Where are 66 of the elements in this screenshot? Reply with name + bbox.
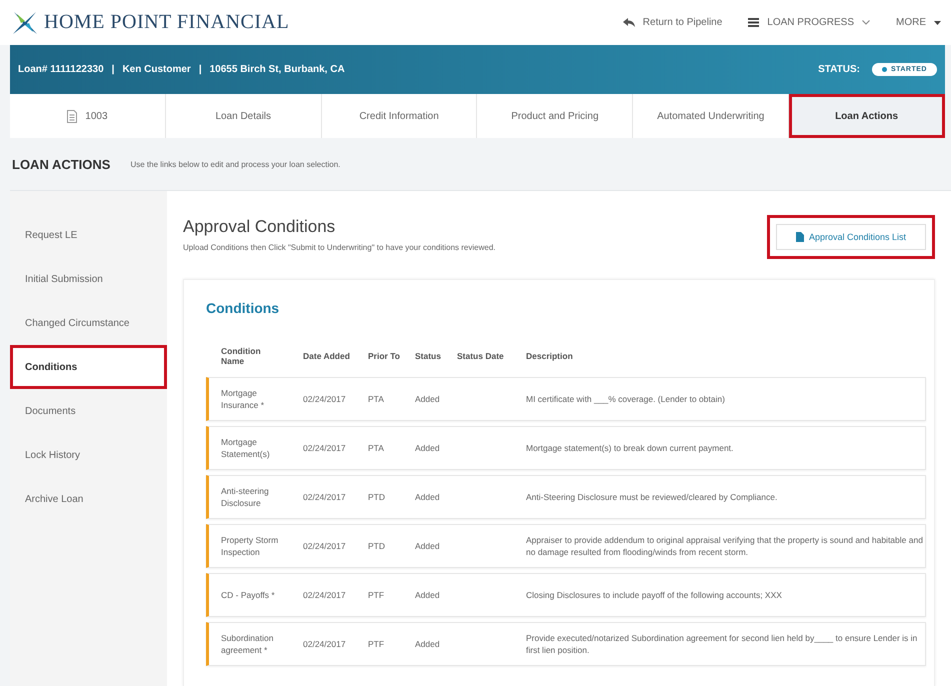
- table-cell-text: Added: [415, 442, 441, 454]
- table-cell-text: PTD: [368, 490, 386, 504]
- column-header: Date Added: [303, 351, 351, 361]
- customer-name: Ken Customer: [122, 64, 191, 75]
- table-cell-text: Provide executed/notarized Subordination agreement for second lien held by____ to ensure Lender is in first lien position.: [526, 632, 918, 656]
- table-cell-text: Added: [415, 392, 441, 406]
- table-cell-text: MI certificate with ___% coverage. (Lender to obtain): [526, 392, 726, 406]
- table-cell-text: PTD: [368, 540, 386, 552]
- table-cell-text: PTA: [368, 392, 385, 406]
- table-cell-text: Added: [415, 588, 441, 602]
- caret-down-icon: [934, 20, 941, 24]
- sidebar-item[interactable]: Request LE: [10, 213, 167, 257]
- more-menu[interactable]: MORE: [896, 17, 941, 28]
- section-title: LOAN ACTIONS: [12, 156, 110, 172]
- table-cell-text: 02/24/2017: [303, 638, 347, 650]
- column-header: Description: [526, 351, 574, 361]
- table-cell-text: Mortgage Insurance *: [221, 386, 265, 412]
- card-title: Conditions: [206, 300, 280, 316]
- chevron-down-icon: [862, 20, 870, 25]
- tab[interactable]: Loan Actions: [789, 94, 945, 138]
- return-link[interactable]: Return to Pipeline: [622, 17, 722, 28]
- table-cell-text: 02/24/2017: [303, 392, 347, 406]
- sidebar-item[interactable]: Archive Loan: [10, 477, 167, 521]
- sidebar-item[interactable]: Initial Submission: [10, 257, 167, 301]
- sidebar-item[interactable]: Changed Circumstance: [10, 301, 167, 345]
- table-cell-text: Added: [415, 638, 441, 650]
- conditions-list-button[interactable]: Approval Conditions List: [776, 224, 926, 250]
- page-title: Approval Conditions: [183, 217, 336, 237]
- logo-icon: [12, 10, 38, 34]
- table-cell-text: 02/24/2017: [303, 442, 347, 454]
- table-cell-text: PTF: [368, 638, 386, 650]
- column-header: Prior To: [368, 351, 401, 361]
- sidebar-item[interactable]: Conditions: [10, 345, 167, 389]
- table-cell-text: CD - Payoffs *: [221, 588, 276, 602]
- table-cell-text: Added: [415, 540, 441, 552]
- column-header: Status: [415, 351, 442, 361]
- status-label: STATUS:: [818, 64, 860, 75]
- table-cell-text: Mortgage statement(s) to break down current payment.: [526, 442, 734, 454]
- table-cell-text: PTA: [368, 442, 385, 454]
- table-cell-text: Anti-Steering Disclosure must be reviewed/cleared by Compliance.: [526, 490, 778, 504]
- page-subtitle: Upload Conditions then Click "Submit to Underwriting" to have your conditions reviewed.: [183, 243, 496, 252]
- separator: |: [198, 64, 202, 75]
- column-header: Condition Name: [221, 346, 262, 366]
- table-cell-text: 02/24/2017: [303, 490, 347, 504]
- loan-number: Loan# 1111122330: [18, 64, 104, 75]
- section-hint: Use the links below to edit and process your loan selection.: [130, 160, 340, 168]
- property-address: 10655 Birch St, Burbank, CA: [210, 64, 345, 75]
- document-icon: [796, 232, 804, 242]
- table-cell-text: Appraiser to provide addendum to original appraisal verifying that the property is sound and habitable and no damage resulted from flooding/winds from recent storm.: [526, 534, 924, 558]
- table-cell-text: Subordination agreement *: [221, 632, 274, 656]
- sidebar-item[interactable]: Lock History: [10, 433, 167, 477]
- brand-name: HOME POINT FINANCIAL: [44, 11, 290, 34]
- table-cell-text: 02/24/2017: [303, 540, 347, 552]
- table-cell-text: 02/24/2017: [303, 588, 347, 602]
- table-cell-text: Mortgage Statement(s): [221, 436, 271, 460]
- list-icon: [748, 18, 760, 27]
- column-header: Status Date: [457, 351, 505, 361]
- return-arrow-icon: [622, 18, 635, 27]
- table-cell-text: Added: [415, 490, 441, 504]
- separator: |: [112, 64, 114, 75]
- loan-progress-menu[interactable]: LOAN PROGRESS: [748, 17, 870, 28]
- table-cell-text: Anti-steering Disclosure: [221, 484, 270, 510]
- table-cell-text: PTF: [368, 588, 386, 602]
- table-cell-text: Closing Disclosures to include payoff of the following accounts; XXX: [526, 588, 783, 602]
- table-cell-text: Property Storm Inspection: [221, 534, 280, 558]
- sidebar-item[interactable]: Documents: [10, 389, 167, 433]
